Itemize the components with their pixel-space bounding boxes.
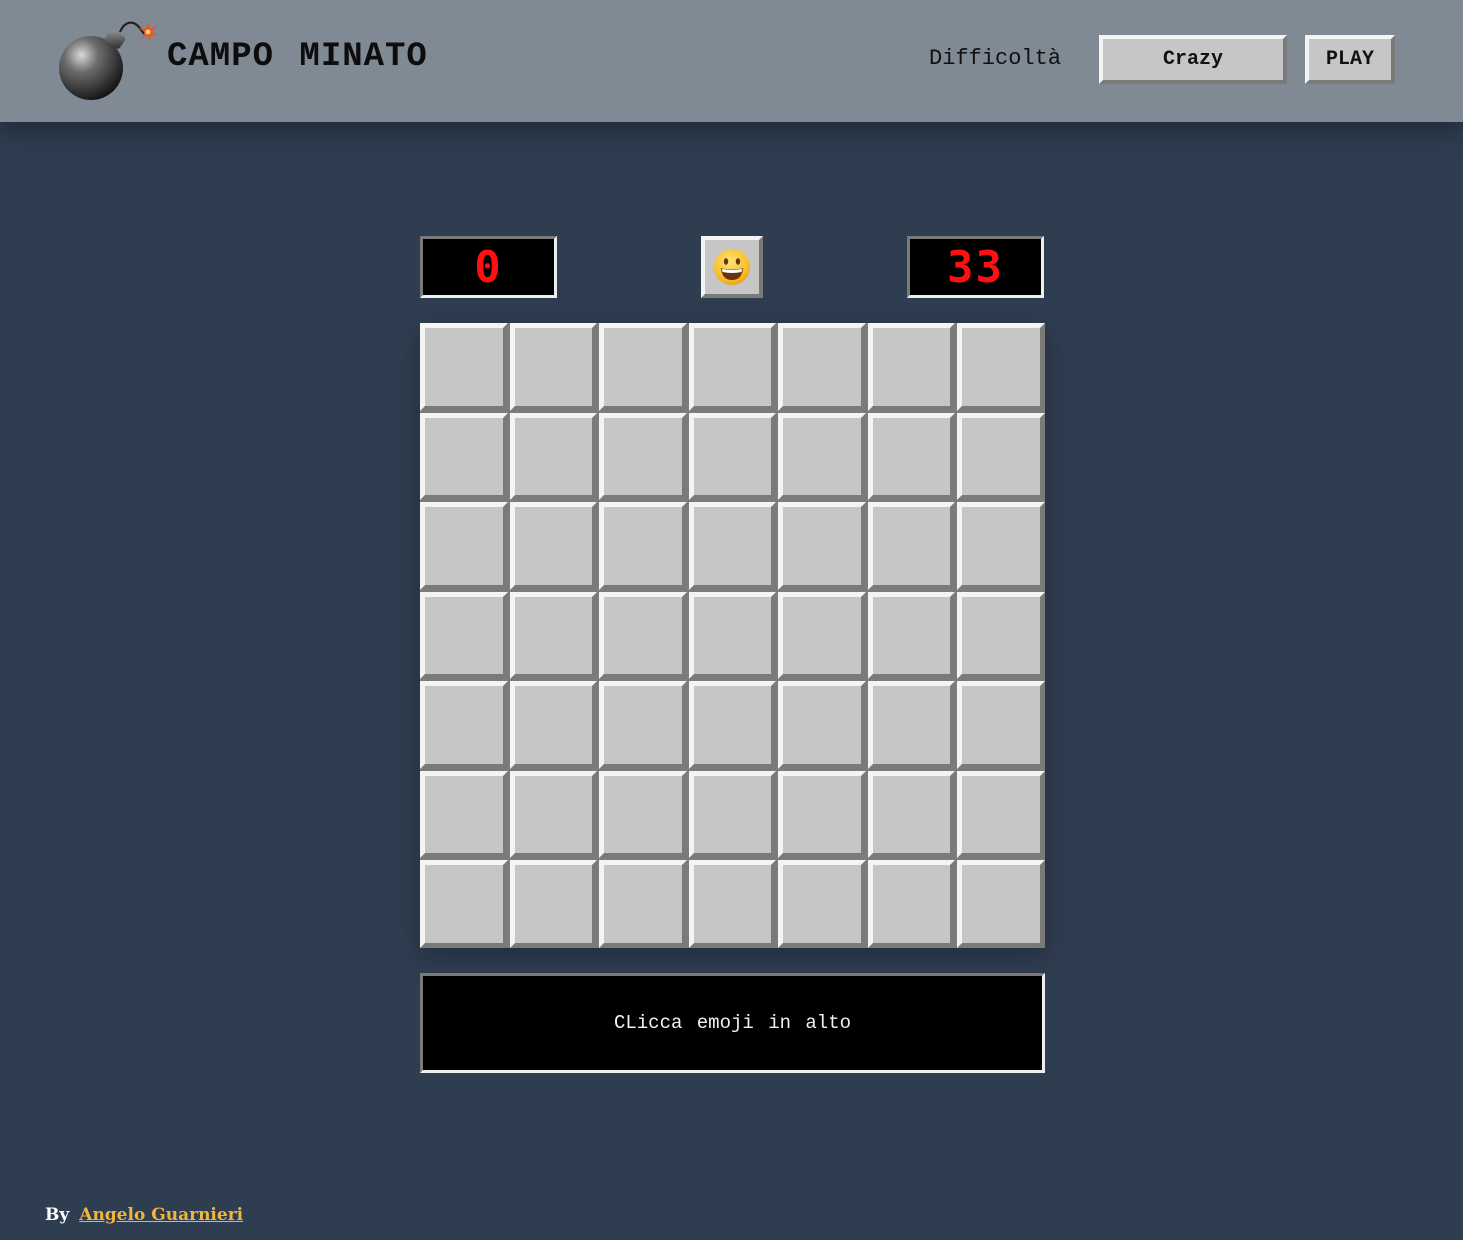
board-cell[interactable] xyxy=(599,681,687,769)
board-cell[interactable] xyxy=(957,502,1045,590)
board-cell[interactable] xyxy=(688,770,777,859)
board-cell[interactable] xyxy=(778,770,866,859)
board-cell[interactable] xyxy=(688,502,777,590)
board-cell[interactable] xyxy=(509,412,598,501)
bomb-icon xyxy=(59,21,158,100)
board-cell[interactable] xyxy=(599,412,687,501)
board-cell[interactable] xyxy=(867,412,956,501)
board-cell[interactable] xyxy=(867,770,956,859)
board-cell[interactable] xyxy=(867,323,956,411)
board-cell[interactable] xyxy=(957,323,1045,411)
board-cell[interactable] xyxy=(599,770,687,859)
board-cell[interactable] xyxy=(420,412,508,501)
board-cell[interactable] xyxy=(420,770,508,859)
difficulty-select[interactable]: Crazy xyxy=(1099,35,1287,84)
board-cell[interactable] xyxy=(778,412,866,501)
grinning-face-icon xyxy=(714,249,750,285)
mines-counter: 0 xyxy=(420,236,557,298)
board-cell[interactable] xyxy=(509,591,598,680)
board-cell[interactable] xyxy=(420,502,508,590)
author-link[interactable]: Angelo Guarnieri xyxy=(79,1205,243,1225)
board-cell[interactable] xyxy=(867,860,956,948)
board-cell[interactable] xyxy=(688,412,777,501)
board-cell[interactable] xyxy=(599,502,687,590)
board-cell[interactable] xyxy=(957,412,1045,501)
board-cell[interactable] xyxy=(688,323,777,411)
difficulty-label: Difficoltà xyxy=(929,46,1062,71)
board-cell[interactable] xyxy=(599,323,687,411)
board-cell[interactable] xyxy=(599,860,687,948)
board-cell[interactable] xyxy=(509,770,598,859)
header-bar: CAMPO MINATO Difficoltà Crazy PLAY xyxy=(0,0,1463,122)
board-cell[interactable] xyxy=(420,860,508,948)
board-cell[interactable] xyxy=(688,681,777,769)
board-cell[interactable] xyxy=(509,681,598,769)
board-cell[interactable] xyxy=(599,591,687,680)
board-cell[interactable] xyxy=(509,323,598,411)
face-button[interactable] xyxy=(701,236,763,298)
board-cell[interactable] xyxy=(688,860,777,948)
board-cell[interactable] xyxy=(957,591,1045,680)
board-cell[interactable] xyxy=(420,323,508,411)
timer: 33 xyxy=(907,236,1044,298)
status-message: CLicca emoji in alto xyxy=(420,973,1045,1073)
board-cell[interactable] xyxy=(867,681,956,769)
by-label: By xyxy=(45,1205,70,1225)
board-cell[interactable] xyxy=(957,770,1045,859)
board-cell[interactable] xyxy=(957,860,1045,948)
board-cell[interactable] xyxy=(778,323,866,411)
play-button[interactable]: PLAY xyxy=(1305,35,1395,84)
board-cell[interactable] xyxy=(778,860,866,948)
footer: By Angelo Guarnieri xyxy=(45,1205,243,1225)
board-cell[interactable] xyxy=(867,502,956,590)
board-cell[interactable] xyxy=(867,591,956,680)
board-cell[interactable] xyxy=(509,502,598,590)
board-cell[interactable] xyxy=(420,591,508,680)
board-cell[interactable] xyxy=(778,502,866,590)
page-title: CAMPO MINATO xyxy=(167,38,428,76)
board-cell[interactable] xyxy=(688,591,777,680)
board-cell[interactable] xyxy=(420,681,508,769)
board-cell[interactable] xyxy=(778,681,866,769)
board-cell[interactable] xyxy=(778,591,866,680)
board-cell[interactable] xyxy=(509,860,598,948)
minefield-board xyxy=(420,323,1045,948)
board-cell[interactable] xyxy=(957,681,1045,769)
